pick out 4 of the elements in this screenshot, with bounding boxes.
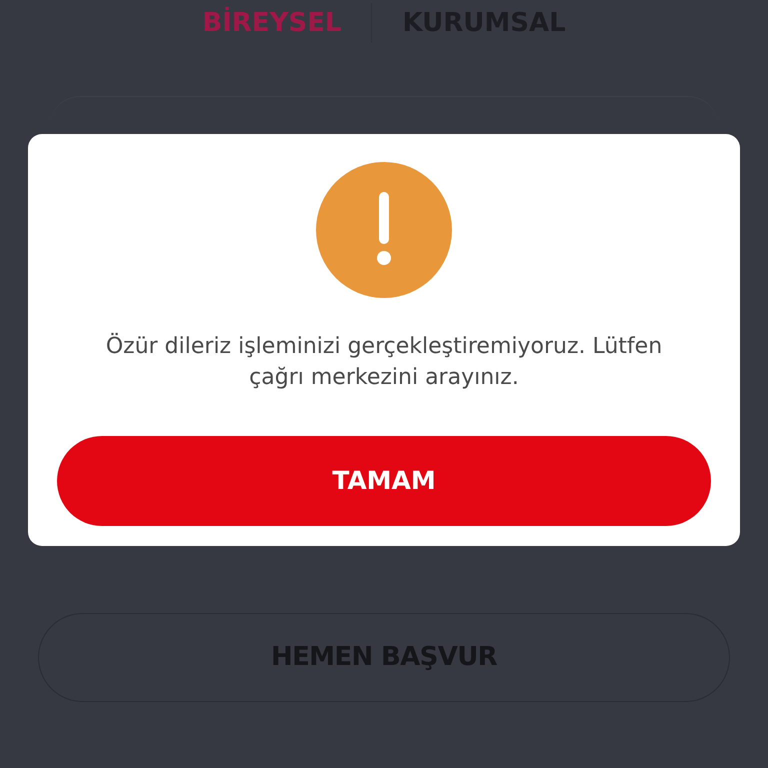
warning-icon — [316, 162, 452, 298]
error-message: Özür dileriz işleminizi gerçekleştiremiyoruz. Lütfen çağrı merkezini arayınız. — [104, 332, 664, 392]
ok-button[interactable]: TAMAM — [57, 436, 711, 526]
tab[interactable]: BİREYSEL — [202, 4, 342, 42]
